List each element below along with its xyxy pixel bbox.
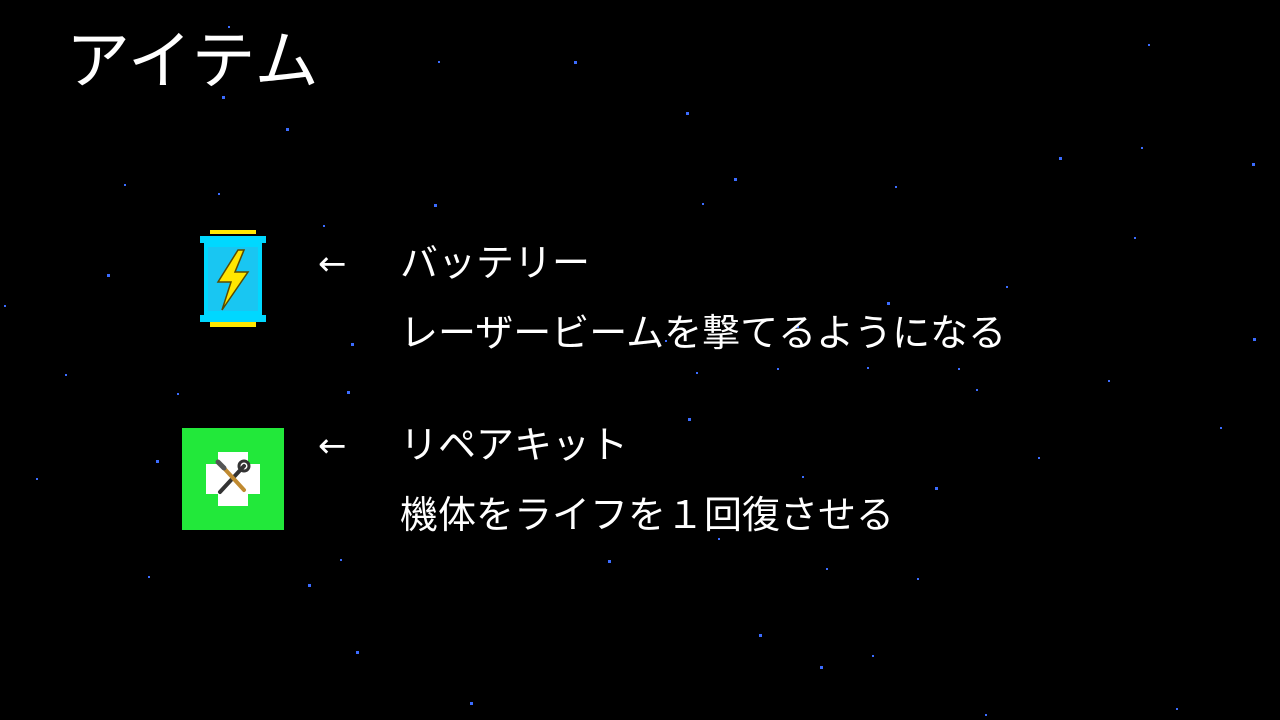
item-name-battery: バッテリー	[400, 241, 591, 285]
star	[218, 193, 220, 195]
star	[867, 367, 869, 369]
star	[917, 578, 919, 580]
star	[1141, 147, 1143, 149]
star	[820, 666, 823, 669]
repair-kit-icon	[182, 428, 284, 530]
star	[1059, 157, 1062, 160]
star	[347, 391, 350, 394]
star	[1148, 44, 1150, 46]
star	[826, 568, 828, 570]
star	[356, 651, 359, 654]
arrow-left-icon: ←	[318, 426, 347, 466]
item-row-repair-kit: ← リペアキット 機体をライフを１回復させる	[0, 410, 1280, 550]
star	[286, 128, 289, 131]
star	[1108, 380, 1110, 382]
star	[574, 61, 577, 64]
item-guide-screen: アイテム ← バッテリー レーザービームを撃てるようになる ← リペアキット 機…	[0, 0, 1280, 720]
star	[434, 204, 437, 207]
star	[777, 368, 779, 370]
star	[470, 702, 473, 705]
star	[976, 389, 978, 391]
arrow-left-icon: ←	[318, 244, 347, 284]
item-name-repair-kit: リペアキット	[400, 423, 629, 467]
page-title: アイテム	[66, 25, 320, 99]
item-row-battery: ← バッテリー レーザービームを撃てるようになる	[0, 222, 1280, 362]
star	[734, 178, 737, 181]
star	[696, 372, 698, 374]
star	[608, 560, 611, 563]
star	[872, 655, 874, 657]
star	[985, 714, 987, 716]
star	[124, 184, 126, 186]
star	[1176, 708, 1178, 710]
item-description-battery: レーザービームを撃てるようになる	[400, 311, 1007, 355]
star	[65, 374, 67, 376]
star	[958, 368, 960, 370]
star	[438, 61, 440, 63]
star	[702, 203, 704, 205]
star	[340, 559, 342, 561]
star	[1252, 163, 1255, 166]
star	[759, 634, 762, 637]
star	[686, 112, 689, 115]
battery-icon	[200, 230, 266, 327]
star	[177, 393, 179, 395]
item-description-repair-kit: 機体をライフを１回復させる	[400, 493, 895, 537]
star	[895, 186, 897, 188]
star	[308, 584, 311, 587]
star	[148, 576, 150, 578]
